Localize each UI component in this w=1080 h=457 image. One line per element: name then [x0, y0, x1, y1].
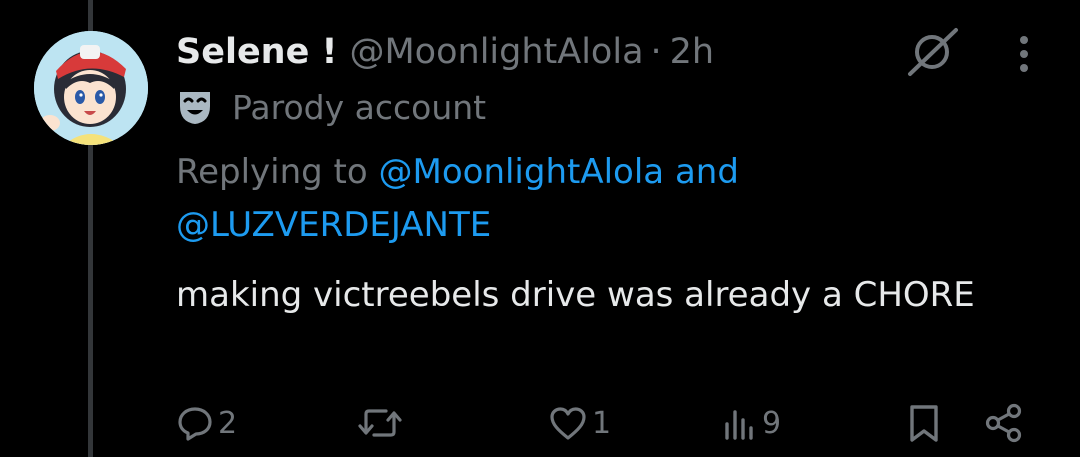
bookmark-button[interactable]: [906, 398, 942, 448]
post-header: Selene ! @MoonlightAlola · 2h: [176, 28, 714, 76]
reply-button[interactable]: 2: [176, 398, 237, 448]
share-button[interactable]: [984, 398, 1024, 448]
views-count: 9: [762, 405, 782, 441]
author-handle[interactable]: @MoonlightAlola: [349, 32, 643, 72]
repost-arrows-icon: [358, 409, 402, 437]
bar-chart-icon: [725, 410, 753, 440]
theater-mask-icon: [180, 92, 210, 124]
like-count: 1: [592, 405, 612, 441]
replying-prefix: Replying to: [176, 152, 379, 192]
mention-link[interactable]: @LUZVERDEJANTE: [176, 205, 491, 245]
avatar[interactable]: [34, 31, 148, 145]
reply-count: 2: [218, 405, 238, 441]
author-display-name[interactable]: Selene !: [176, 32, 337, 72]
action-bar: 2 1 9: [0, 398, 1080, 448]
separator-dot: ·: [650, 32, 662, 72]
grok-button[interactable]: [902, 26, 962, 78]
heart-icon: [550, 407, 586, 440]
more-vertical-icon: [1020, 36, 1028, 72]
parody-label-row: Parody account: [176, 84, 486, 130]
speech-bubble-icon: [178, 407, 212, 441]
mention-link[interactable]: @MoonlightAlola: [379, 152, 665, 192]
views-button[interactable]: 9: [722, 398, 781, 448]
bookmark-icon: [910, 405, 938, 442]
replying-conjunction[interactable]: and: [664, 152, 739, 192]
more-options-button[interactable]: [1004, 30, 1044, 78]
share-nodes-icon: [985, 403, 1022, 443]
parody-account-label: Parody account: [232, 87, 487, 127]
repost-button[interactable]: [356, 398, 408, 448]
like-button[interactable]: 1: [548, 398, 611, 448]
grok-slash-circle-icon: [908, 28, 958, 76]
replying-to: Replying to @MoonlightAlola and @LUZVERD…: [176, 146, 1036, 252]
post-text: making victreebels drive was already a C…: [176, 275, 975, 315]
post-timestamp[interactable]: 2h: [670, 32, 714, 72]
